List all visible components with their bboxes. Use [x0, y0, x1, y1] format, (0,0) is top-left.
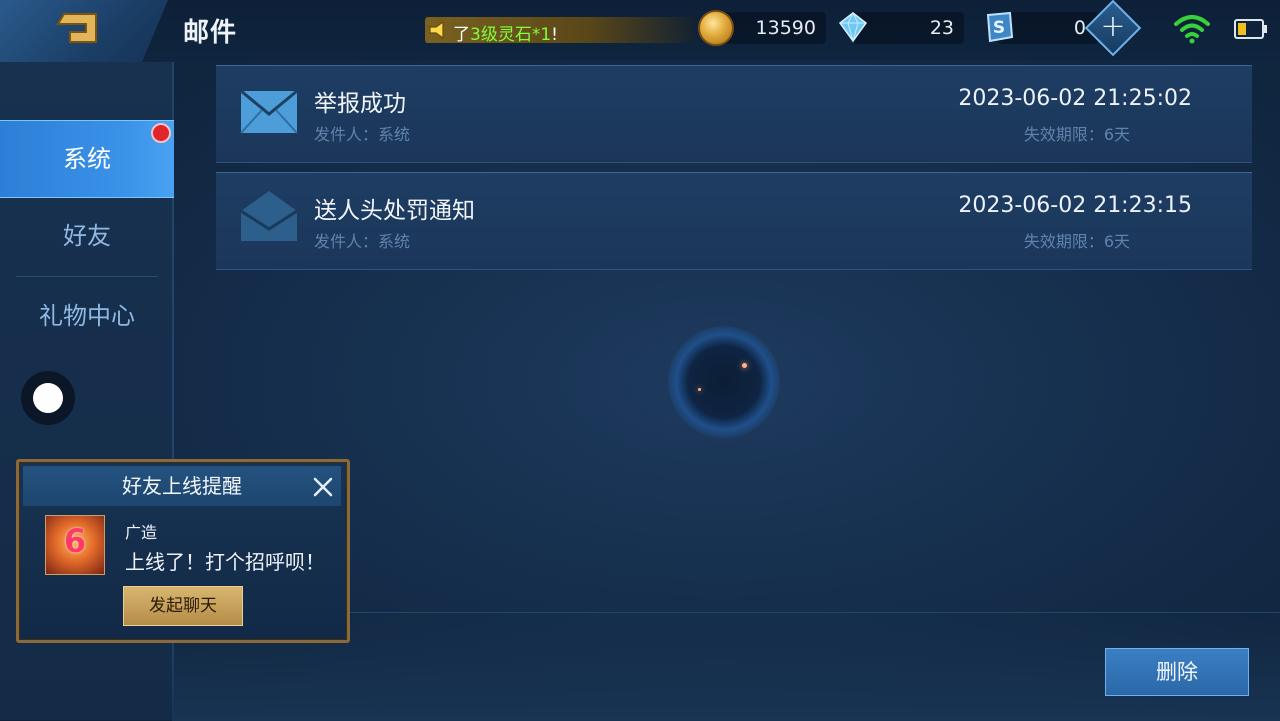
gold-coin-counter: 13590: [698, 10, 826, 46]
start-chat-button[interactable]: 发起聊天: [123, 586, 243, 626]
diamond-icon: [838, 11, 868, 43]
sidebar-item-friends[interactable]: 好友: [0, 198, 174, 274]
circle-icon: [33, 383, 63, 413]
notification-badge: [151, 123, 171, 143]
s-ticket-icon: S: [986, 11, 1014, 43]
wifi-icon: [1174, 15, 1210, 44]
svg-text:S: S: [993, 18, 1005, 38]
mail-title: 举报成功: [314, 91, 406, 117]
back-arrow-icon: [56, 13, 97, 43]
mail-item[interactable]: 送人头处罚通知 发件人：系统 2023-06-02 21:23:15 失效期限：…: [216, 172, 1252, 270]
divider: [16, 276, 158, 277]
spark: [742, 363, 747, 368]
floating-assist-button[interactable]: [21, 371, 75, 425]
page-title: 邮件: [183, 18, 238, 48]
mail-sender: 发件人：系统: [314, 125, 411, 144]
sidebar-item-gift-center[interactable]: 礼物中心: [0, 278, 174, 354]
online-message: 上线了！打个招呼呗！: [125, 550, 325, 574]
s-ticket-counter: S 0: [986, 11, 1098, 44]
spark: [698, 388, 701, 391]
mail-sender: 发件人：系统: [314, 232, 411, 251]
sidebar-item-label: 系统: [63, 145, 111, 173]
sidebar-item-label: 礼物中心: [39, 302, 135, 330]
gold-coin-icon: [698, 10, 734, 46]
mail-expire: 失效期限：6天: [1023, 125, 1130, 144]
marquee-text: 了3级灵石*1!: [453, 25, 558, 45]
mail-title: 送人头处罚通知: [314, 198, 475, 224]
friend-name: 广造: [125, 523, 158, 542]
avatar[interactable]: 6: [45, 515, 105, 575]
popup-title: 好友上线提醒: [122, 474, 242, 498]
mail-date: 2023-06-02 21:23:15: [958, 193, 1192, 218]
friend-online-popup: 好友上线提醒 6 广造 上线了！打个招呼呗！ 发起聊天: [16, 459, 350, 643]
delete-button[interactable]: 删除: [1105, 648, 1249, 696]
empty-state-emblem: [668, 326, 780, 438]
envelope-open-icon: [240, 191, 298, 241]
sidebar-item-system[interactable]: 系统: [0, 120, 174, 198]
popup-header: 好友上线提醒: [23, 466, 341, 506]
mail-date: 2023-06-02 21:25:02: [958, 86, 1192, 111]
plus-icon: +: [1100, 9, 1126, 44]
megaphone-icon: [429, 20, 444, 40]
envelope-closed-icon: [240, 89, 298, 134]
mail-item[interactable]: 举报成功 发件人：系统 2023-06-02 21:25:02 失效期限：6天: [216, 65, 1252, 163]
sidebar-item-label: 好友: [63, 222, 111, 250]
announcement-marquee: 了3级灵石*1!: [425, 17, 695, 45]
close-icon[interactable]: [313, 477, 333, 497]
battery-icon: [1234, 19, 1267, 39]
mail-expire: 失效期限：6天: [1023, 232, 1130, 251]
diamond-counter: 23: [838, 11, 964, 44]
